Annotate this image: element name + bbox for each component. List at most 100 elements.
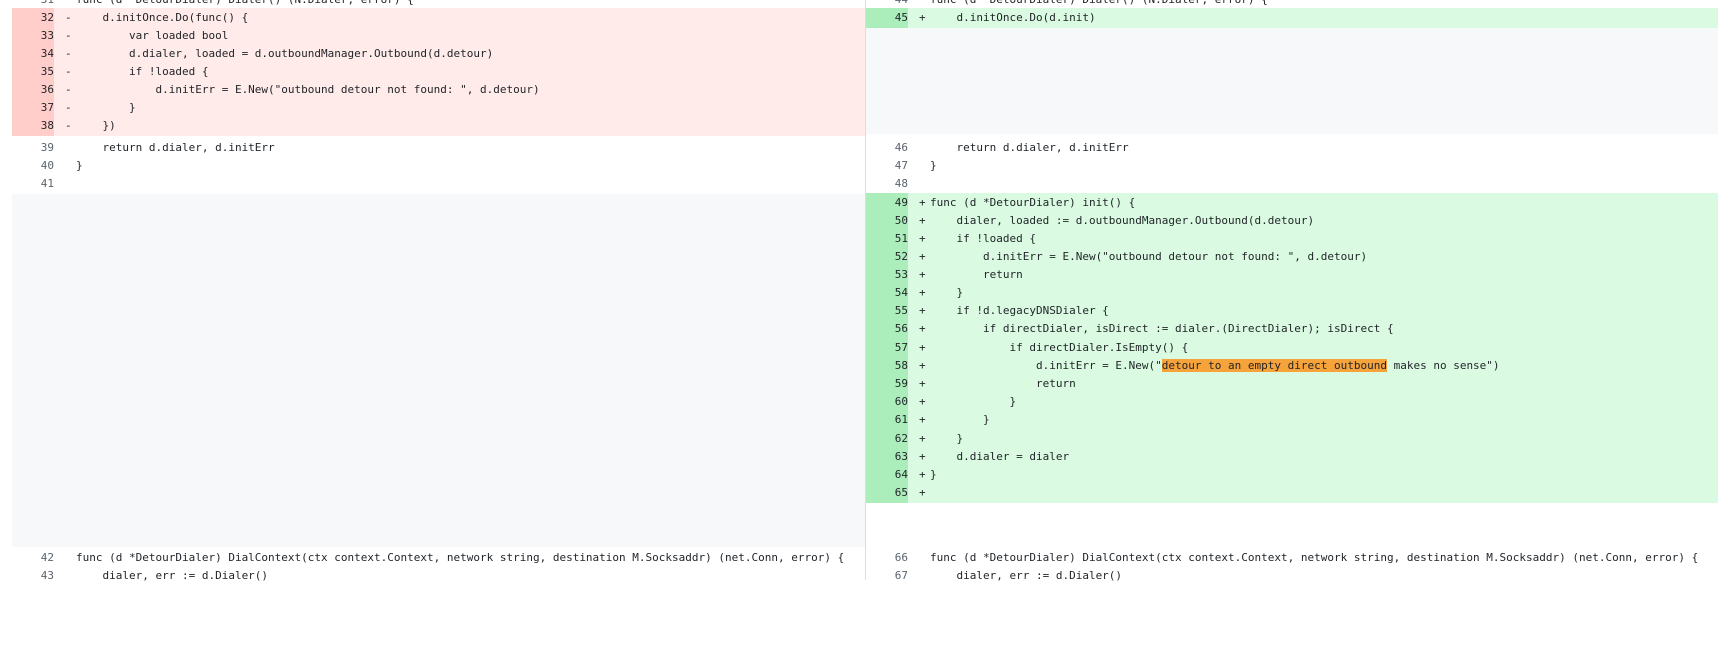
line-number[interactable]: 54 — [866, 283, 908, 303]
line-number[interactable]: 57 — [866, 338, 908, 358]
diff-right-pane: 44 func (d *DetourDialer) Dialer() (N.Di… — [866, 0, 1718, 582]
line-number[interactable]: 37 — [12, 98, 54, 118]
code-line: if directDialer.IsEmpty() { — [930, 341, 1189, 354]
code-line: return d.dialer, d.initErr — [930, 141, 1129, 154]
diff-row-added: 54 + } — [866, 283, 1718, 303]
line-number[interactable]: 52 — [866, 247, 908, 267]
diff-row: 46 return d.dialer, d.initErr — [866, 138, 1718, 158]
code-line: } — [930, 286, 964, 299]
diff-row-added: 58 + d.initErr = E.New("detour to an emp… — [866, 356, 1718, 376]
code-line: } — [930, 468, 937, 481]
diff-row-added: 49 + func (d *DetourDialer) init() { — [866, 193, 1718, 213]
code-line: d.initErr = E.New("outbound detour not f… — [930, 250, 1368, 263]
code-line: dialer, loaded := d.outboundManager.Outb… — [930, 214, 1315, 227]
code-line: }) — [76, 119, 116, 132]
code-line: dialer, err := d.Dialer() — [76, 569, 269, 582]
diff-row-deleted: 34 - d.dialer, loaded = d.outboundManage… — [12, 44, 865, 64]
line-number[interactable]: 63 — [866, 447, 908, 467]
code-line: d.initErr = E.New("detour to an empty di… — [930, 356, 1500, 376]
diff-row: 41 — [12, 174, 865, 194]
line-number[interactable]: 48 — [866, 174, 908, 194]
line-number[interactable]: 56 — [866, 319, 908, 339]
line-number[interactable]: 60 — [866, 392, 908, 412]
diff-row-added: 52 + d.initErr = E.New("outbound detour … — [866, 247, 1718, 267]
code-line: if !d.legacyDNSDialer { — [930, 304, 1109, 317]
line-number[interactable]: 66 — [866, 548, 908, 568]
line-number[interactable]: 49 — [866, 193, 908, 213]
code-segment: d.initErr = E.New(" — [930, 359, 1162, 372]
line-number[interactable]: 65 — [866, 483, 908, 503]
code-line: } — [930, 395, 1017, 408]
line-number[interactable]: 61 — [866, 410, 908, 430]
code-line: var loaded bool — [76, 29, 229, 42]
line-number[interactable]: 40 — [12, 156, 54, 176]
code-line: if !loaded { — [930, 232, 1036, 245]
line-number[interactable]: 32 — [12, 8, 54, 28]
diff-row-added: 59 + return — [866, 374, 1718, 394]
diff-row-deleted: 35 - if !loaded { — [12, 62, 865, 82]
line-number[interactable]: 59 — [866, 374, 908, 394]
code-line: if !loaded { — [76, 65, 209, 78]
diff-row: 47 } — [866, 156, 1718, 176]
diff-row-deleted: 32 - d.initOnce.Do(func() { — [12, 8, 865, 28]
diff-marker: + — [919, 486, 926, 499]
line-number[interactable]: 64 — [866, 465, 908, 485]
line-number[interactable]: 50 — [866, 211, 908, 231]
diff-row: 66 func (d *DetourDialer) DialContext(ct… — [866, 548, 1718, 568]
line-number[interactable]: 39 — [12, 138, 54, 158]
diff-row: 48 — [866, 174, 1718, 194]
line-number[interactable]: 46 — [866, 138, 908, 158]
diff-empty-placeholder — [866, 28, 1718, 134]
line-number[interactable]: 34 — [12, 44, 54, 64]
code-line: if directDialer, isDirect := dialer.(Dir… — [930, 322, 1394, 335]
line-number[interactable]: 41 — [12, 174, 54, 194]
line-number[interactable]: 33 — [12, 26, 54, 46]
code-line: d.initErr = E.New("outbound detour not f… — [76, 83, 540, 96]
diff-row-added: 45 + d.initOnce.Do(d.init) — [866, 8, 1718, 28]
line-number[interactable]: 62 — [866, 429, 908, 449]
diff-row: 43 dialer, err := d.Dialer() — [12, 566, 865, 586]
diff-row-deleted: 38 - }) — [12, 116, 865, 136]
line-number[interactable]: 53 — [866, 265, 908, 285]
code-segment: makes no sense") — [1386, 359, 1500, 372]
code-line: d.dialer, loaded = d.outboundManager.Out… — [76, 47, 494, 60]
diff-row-added: 57 + if directDialer.IsEmpty() { — [866, 338, 1718, 358]
diff-row-added: 61 + } — [866, 410, 1718, 430]
code-line: d.dialer = dialer — [930, 450, 1070, 463]
line-number[interactable]: 35 — [12, 62, 54, 82]
diff-row-added: 56 + if directDialer, isDirect := dialer… — [866, 319, 1718, 339]
code-line: } — [930, 159, 937, 172]
line-number[interactable]: 67 — [866, 566, 908, 586]
code-line: } — [930, 432, 964, 445]
diff-row-deleted: 37 - } — [12, 98, 865, 118]
diff-row-added: 62 + } — [866, 429, 1718, 449]
code-line: func (d *DetourDialer) DialContext(ctx c… — [930, 551, 1699, 564]
line-number[interactable]: 36 — [12, 80, 54, 100]
diff-row-added: 55 + if !d.legacyDNSDialer { — [866, 301, 1718, 321]
left-edge-strip — [0, 0, 12, 580]
line-number[interactable]: 47 — [866, 156, 908, 176]
diff-row: 42 func (d *DetourDialer) DialContext(ct… — [12, 548, 865, 568]
highlighted-search-match: detour to an empty direct outbound — [1161, 359, 1387, 372]
code-line: } — [76, 159, 83, 172]
line-number[interactable]: 51 — [866, 229, 908, 249]
code-line: func (d *DetourDialer) init() { — [930, 196, 1136, 209]
line-number[interactable]: 43 — [12, 566, 54, 586]
diff-empty-placeholder — [12, 194, 865, 547]
diff-row-added: 60 + } — [866, 392, 1718, 412]
diff-row-added: 50 + dialer, loaded := d.outboundManager… — [866, 211, 1718, 231]
line-number[interactable]: 38 — [12, 116, 54, 136]
diff-row-added: 51 + if !loaded { — [866, 229, 1718, 249]
line-number[interactable]: 42 — [12, 548, 54, 568]
code-line: return — [930, 377, 1076, 390]
diff-row: 39 return d.dialer, d.initErr — [12, 138, 865, 158]
code-line: d.initOnce.Do(func() { — [76, 11, 249, 24]
line-number[interactable]: 58 — [866, 356, 908, 376]
code-line: return d.dialer, d.initErr — [76, 141, 275, 154]
diff-row-deleted: 36 - d.initErr = E.New("outbound detour … — [12, 80, 865, 100]
line-number[interactable]: 45 — [866, 8, 908, 28]
diff-row: 67 dialer, err := d.Dialer() — [866, 566, 1718, 586]
line-number[interactable]: 55 — [866, 301, 908, 321]
code-line: func (d *DetourDialer) DialContext(ctx c… — [76, 551, 845, 564]
code-line: dialer, err := d.Dialer() — [930, 569, 1123, 582]
